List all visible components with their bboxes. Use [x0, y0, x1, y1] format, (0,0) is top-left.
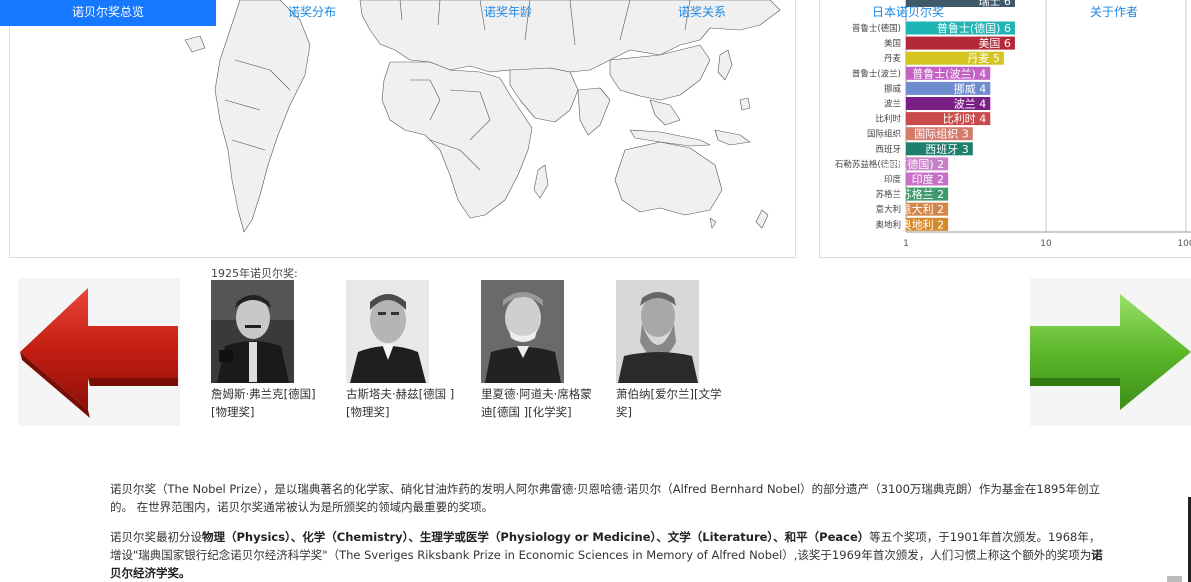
x-tick-label: 100 — [1177, 239, 1191, 249]
laureate-card[interactable]: 詹姆斯·弗兰克[德国][物理奖] — [211, 280, 331, 421]
intro-paragraph-1: 诺贝尔奖（The Nobel Prize），是以瑞典著名的化学家、硝化甘油炸药的… — [110, 482, 1101, 514]
y-category-label: 丹麦 — [884, 53, 902, 64]
world-map[interactable] — [10, 0, 796, 258]
bar-label: 丹麦 5 — [967, 52, 1000, 65]
y-category-label: 奥地利 — [875, 219, 901, 230]
bar-label: 意大利 2 — [901, 202, 945, 216]
bar-label: 挪威 4 — [954, 81, 987, 95]
laureate-name: 詹姆斯·弗兰克[德国][物理奖] — [211, 387, 316, 419]
arrow-left-icon — [20, 288, 178, 418]
intro-p2-text-a: 诺贝尔奖最初分设 — [110, 530, 202, 544]
bar-label: 国际组织 3 — [914, 127, 969, 141]
x-tick-label: 1 — [903, 239, 909, 249]
laureate-name: 萧伯纳[爱尔兰][文学奖] — [616, 387, 722, 419]
y-category-label: 国际组织 — [867, 129, 901, 140]
y-category-label: 挪威 — [884, 83, 902, 94]
laureate-name: 古斯塔夫·赫兹[德国 ][物理奖] — [346, 387, 455, 419]
x-tick-label: 10 — [1040, 239, 1052, 249]
intro-p2-prize-list: 物理（Physics）、化学（Chemistry）、生理学或医学（Physiol… — [202, 530, 870, 544]
laureate-name: 里夏德·阿道夫·席格蒙迪[德国 ][化学奖] — [481, 387, 592, 419]
top-nav: 诺贝尔奖总览 诺奖分布 诺奖年龄 诺奖关系 日本诺贝尔奖 关于作者 — [0, 0, 1191, 26]
country-bar-chart: 110100瑞士 6普鲁士(德国)普鲁士(德国) 6美国美国 6丹麦丹麦 5普鲁… — [835, 0, 1191, 249]
year-title: 1925年诺贝尔奖: — [211, 267, 298, 280]
tab-nobel-relations[interactable]: 诺奖关系 — [662, 0, 742, 26]
tab-nobel-overview[interactable]: 诺贝尔奖总览 — [0, 0, 216, 26]
bar-label: 益格(德国) 2 — [881, 157, 944, 171]
bar-label: 奥地利 2 — [901, 217, 945, 231]
bar-label: 西班牙 3 — [925, 143, 969, 156]
bar-label: 波兰 4 — [954, 98, 987, 111]
laureate-card[interactable]: 古斯塔夫·赫兹[德国 ][物理奖] — [346, 280, 466, 421]
tab-nobel-distribution[interactable]: 诺奖分布 — [272, 0, 352, 26]
bar-label: 美国 6 — [978, 37, 1011, 50]
laureate-portrait — [481, 280, 564, 383]
y-category-label: 美国 — [884, 38, 901, 49]
bar-label: 比利时 4 — [943, 113, 987, 126]
y-category-label: 苏格兰 — [875, 189, 901, 200]
bar-label: 普鲁士(波兰) 4 — [912, 66, 986, 80]
laureate-card[interactable]: 里夏德·阿道夫·席格蒙迪[德国 ][化学奖] — [481, 280, 601, 421]
arrow-right-icon — [1030, 294, 1191, 410]
next-year-button[interactable] — [1030, 278, 1191, 426]
y-category-label: 西班牙 — [875, 144, 901, 155]
bar-label: 印度 2 — [912, 172, 945, 186]
scrollbar-corner — [1167, 576, 1182, 582]
bar-label: 苏格兰 2 — [901, 187, 945, 201]
intro-paragraph-2: 诺贝尔奖最初分设物理（Physics）、化学（Chemistry）、生理学或医学… — [110, 528, 1105, 582]
y-category-label: 印度 — [884, 174, 902, 185]
laureate-portrait — [616, 280, 699, 383]
tab-about-author[interactable]: 关于作者 — [1074, 0, 1154, 26]
country-bar-chart-panel: 110100瑞士 6普鲁士(德国)普鲁士(德国) 6美国美国 6丹麦丹麦 5普鲁… — [819, 0, 1191, 258]
y-category-label: 波兰 — [884, 99, 901, 110]
y-category-label: 普鲁士(波兰) — [852, 68, 901, 79]
world-map-panel — [9, 0, 796, 258]
laureate-card[interactable]: 萧伯纳[爱尔兰][文学奖] — [616, 280, 736, 421]
y-category-label: 比利时 — [875, 114, 901, 125]
tab-nobel-age[interactable]: 诺奖年龄 — [468, 0, 548, 26]
laureate-portrait — [211, 280, 294, 383]
previous-year-button[interactable] — [18, 278, 180, 426]
laureate-portrait — [346, 280, 429, 383]
y-category-label: 意大利 — [875, 204, 901, 215]
tab-japan-nobel[interactable]: 日本诺贝尔奖 — [860, 0, 956, 26]
